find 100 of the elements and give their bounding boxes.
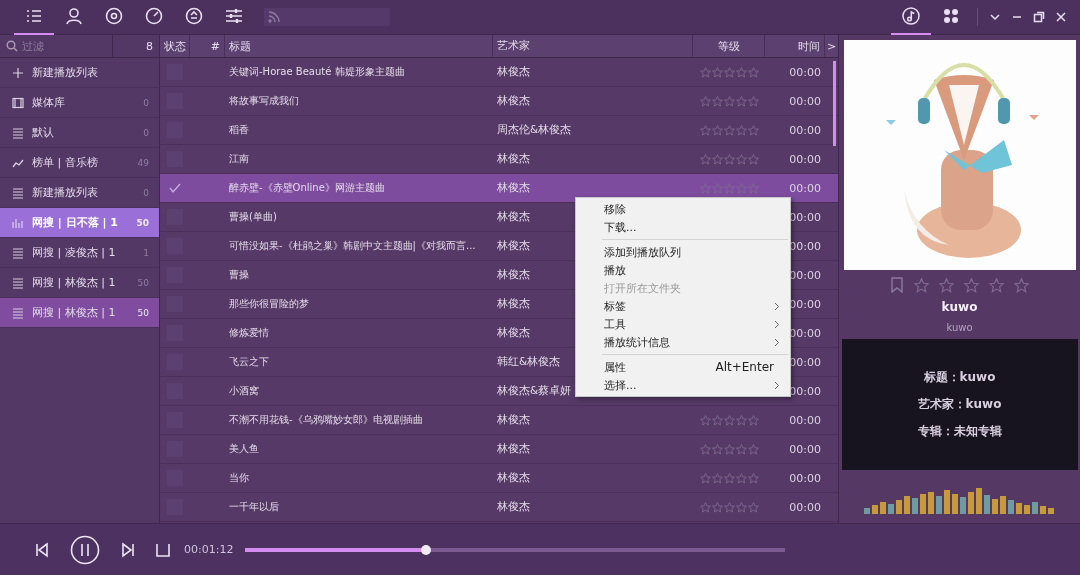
playlist-item[interactable]: 网搜 | 日不落 | 1 50 [0,208,159,238]
playlist-item[interactable]: 网搜 | 凌俊杰 | 1 1 [0,238,159,268]
star-icon[interactable] [711,66,723,78]
star-icon[interactable] [735,66,747,78]
star-icon[interactable] [747,95,759,107]
star-icon[interactable] [747,153,759,165]
track-time: 00:00 [789,471,821,485]
star-icon[interactable] [747,124,759,136]
track-artist: 林俊杰 [497,268,530,282]
bookmark-icon[interactable] [890,277,904,293]
playlist-item[interactable]: 媒体库 0 [0,88,159,118]
disc-icon [105,7,123,25]
star-icon[interactable] [699,472,711,484]
star-icon[interactable] [699,124,711,136]
star-icon[interactable] [723,95,735,107]
star-icon[interactable] [964,277,979,293]
seek-handle[interactable] [421,544,432,555]
search-field[interactable] [264,8,390,26]
star-icon[interactable] [711,182,723,194]
column-header[interactable]: 等级 [693,35,765,57]
menu-item[interactable]: 播放 [576,261,790,279]
star-icon[interactable] [711,124,723,136]
star-icon[interactable] [723,153,735,165]
menu-item[interactable]: 属性 Alt+Enter [576,358,790,376]
elapsed-time: 00:01:12 [184,543,234,556]
track-title: 当你 [229,471,249,485]
skip-back-icon [34,541,50,558]
list-icon [12,126,24,139]
star-icon[interactable] [711,501,723,513]
filter-field[interactable]: 过滤 [22,39,102,53]
star-icon[interactable] [699,501,711,513]
star-icon[interactable] [735,124,747,136]
playlist-item[interactable]: 新建播放列表 [0,58,159,88]
star-icon[interactable] [723,472,735,484]
menu-item[interactable]: 标签 [576,297,790,315]
user-icon [65,7,83,25]
track-time: 00:00 [789,500,821,514]
star-icon[interactable] [747,66,759,78]
sliders-icon [225,7,243,25]
star-icon[interactable] [989,277,1004,293]
star-icon[interactable] [735,182,747,194]
star-icon[interactable] [699,66,711,78]
star-icon[interactable] [735,472,747,484]
star-icon[interactable] [711,95,723,107]
column-header[interactable]: 标题 [225,35,493,57]
star-icon[interactable] [747,414,759,426]
seek-track[interactable] [245,547,786,552]
star-icon[interactable] [723,501,735,513]
track-artist: 林俊杰 [497,181,530,195]
eject-icon [185,7,203,25]
star-icon[interactable] [711,414,723,426]
menu-item[interactable]: 添加到播放队列 [576,243,790,261]
star-icon[interactable] [723,414,735,426]
column-header[interactable]: 时间 [765,35,825,57]
menu-item[interactable]: 选择... [576,376,790,394]
star-icon[interactable] [699,443,711,455]
star-icon[interactable] [747,501,759,513]
track-time: 00:00 [789,152,821,166]
star-icon[interactable] [735,95,747,107]
track-time: 00:00 [789,413,821,427]
track-title: 美人鱼 [229,442,259,456]
star-icon[interactable] [699,182,711,194]
star-icon[interactable] [723,443,735,455]
column-header[interactable]: 艺术家 [493,35,693,57]
chevron-down-icon [989,11,1001,23]
star-icon[interactable] [723,66,735,78]
star-icon[interactable] [711,153,723,165]
star-icon[interactable] [735,501,747,513]
track-artist: 林俊杰 [497,152,530,166]
column-header[interactable]: # [190,35,225,57]
star-icon[interactable] [723,182,735,194]
plus-icon [12,66,24,79]
track-artist: 林俊杰 [497,471,530,485]
menu-item[interactable]: 移除 [576,200,790,218]
star-icon[interactable] [711,472,723,484]
star-icon[interactable] [747,472,759,484]
star-icon[interactable] [1014,277,1029,293]
star-icon[interactable] [723,124,735,136]
more-columns-button[interactable]: > [825,35,838,57]
star-icon[interactable] [735,443,747,455]
scrollbar-thumb[interactable] [833,61,836,146]
star-icon[interactable] [699,414,711,426]
star-icon[interactable] [735,153,747,165]
playlist-item[interactable]: 默认 0 [0,118,159,148]
star-icon[interactable] [735,414,747,426]
track-row[interactable]: 醉赤壁-《赤壁Online》网游主题曲 林俊杰 00:00 [160,174,838,203]
playlist-item[interactable]: 网搜 | 林俊杰 | 1 50 [0,298,159,328]
star-icon[interactable] [747,182,759,194]
track-artist: kuwo [946,322,973,333]
star-icon[interactable] [699,153,711,165]
track-title: kuwo [941,300,978,314]
playlist-item[interactable]: 榜单 | 音乐榜 49 [0,148,159,178]
track-title: 曹操(单曲) [229,210,277,224]
star-icon[interactable] [939,277,954,293]
star-icon[interactable] [711,443,723,455]
star-icon[interactable] [914,277,929,293]
star-icon[interactable] [699,95,711,107]
column-header[interactable]: 状态 [160,35,190,57]
star-icon[interactable] [747,443,759,455]
menu-item[interactable]: 播放统计信息 [576,333,790,351]
